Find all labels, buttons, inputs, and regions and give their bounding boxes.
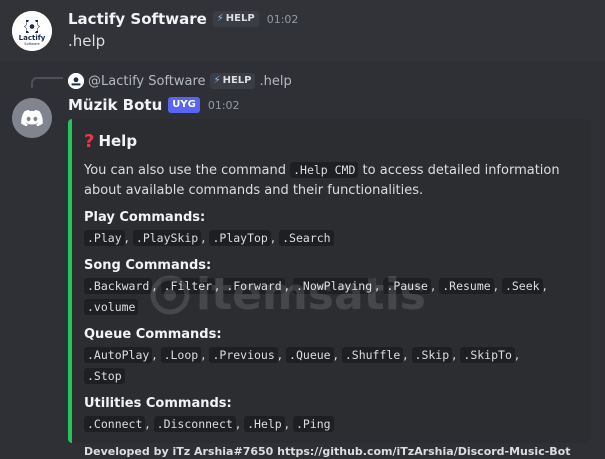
reply-avatar — [68, 73, 84, 89]
timestamp[interactable]: 01:02 — [267, 13, 299, 26]
description-text: You can also use the command — [84, 163, 291, 178]
embed-field: Queue Commands: .AutoPlay, .Loop, .Previo… — [84, 326, 573, 387]
command-code: .Filter — [160, 278, 216, 294]
embed-field: Song Commands: .Backward, .Filter, .Forwa… — [84, 257, 573, 318]
embed-footer: Developed by iTz Arshia#7650 https://git… — [84, 445, 571, 458]
badge-label: HELP — [225, 13, 255, 24]
command-code: .Queue — [286, 347, 334, 363]
field-value: .AutoPlay, .Loop, .Previous, .Queue, .Sh… — [84, 345, 554, 387]
separator: , — [145, 417, 154, 432]
bolt-icon: ⚡ — [216, 13, 224, 24]
message-content: .help — [68, 32, 106, 50]
command-code: .SkipTo — [460, 347, 515, 363]
command-code: .Connect — [84, 416, 146, 432]
command-code: .Forward — [223, 278, 285, 294]
separator: , — [430, 279, 440, 294]
command-code: .Skip — [411, 347, 453, 363]
message-header: Lactify Software ⚡ HELP 01:02 — [68, 10, 298, 28]
reply-preview[interactable]: @Lactify Software ⚡ HELP .help — [68, 73, 292, 89]
embed-field: Utilities Commands: .Connect, .Disconnect… — [84, 395, 573, 435]
reply-connector — [31, 77, 63, 88]
username[interactable]: Müzik Botu — [68, 96, 162, 114]
separator: , — [403, 348, 412, 363]
reply-mention[interactable]: @Lactify Software — [88, 74, 206, 89]
command-code: .Seek — [501, 278, 543, 294]
separator: , — [152, 279, 161, 294]
command-code: .NowPlaying — [292, 278, 376, 294]
command-code: .volume — [84, 299, 139, 315]
bolt-icon: ⚡ — [213, 75, 221, 86]
separator: , — [493, 279, 502, 294]
command-code: .Disconnect — [153, 416, 236, 432]
command-code: .Search — [279, 230, 334, 246]
separator: , — [542, 279, 547, 294]
command-code: .Help — [244, 416, 285, 432]
timestamp[interactable]: 01:02 — [208, 99, 240, 112]
message-lactify: Lactify Software Lactify Software ⚡ HELP… — [0, 0, 605, 62]
command-code: .PlaySkip — [132, 230, 202, 246]
help-badge: ⚡ HELP — [209, 73, 256, 89]
separator: , — [514, 348, 520, 363]
bot-avatar[interactable] — [12, 98, 52, 138]
command-code: .Play — [84, 230, 125, 246]
username[interactable]: Lactify Software — [68, 10, 207, 28]
reply-text: .help — [259, 73, 292, 89]
lactify-logo-icon: Lactify Software — [12, 11, 52, 51]
help-badge: ⚡ HELP — [212, 11, 259, 27]
field-value: .Backward, .Filter, .Forward, .NowPlayin… — [84, 276, 554, 318]
help-embed: ? Help You can also use the command .Hel… — [68, 119, 589, 458]
svg-text:Software: Software — [24, 42, 39, 46]
command-code: .Shuffle — [341, 347, 404, 363]
embed-description: You can also use the command .Help CMD t… — [84, 160, 574, 201]
separator: , — [284, 279, 293, 294]
embed-fields: Play Commands: .Play, .PlaySkip, .PlayTop… — [84, 209, 573, 435]
field-name: Song Commands: — [84, 258, 212, 273]
svg-text:Lactify: Lactify — [19, 34, 46, 42]
command-code: .AutoPlay — [84, 347, 153, 363]
field-name: Play Commands: — [84, 210, 206, 225]
field-name: Queue Commands: — [84, 327, 222, 342]
command-code: .Resume — [439, 278, 494, 294]
question-mark-icon: ? — [84, 130, 95, 152]
embed-title: ? Help — [84, 130, 573, 152]
separator: , — [270, 231, 280, 246]
separator: , — [124, 231, 133, 246]
discord-logo-icon — [12, 98, 52, 138]
separator: , — [152, 348, 161, 363]
command-code: .Backward — [84, 278, 153, 294]
lactify-logo-icon — [68, 73, 84, 89]
inline-code: .Help CMD — [290, 162, 359, 178]
command-code: .Stop — [84, 368, 125, 384]
app-badge: UYG — [168, 97, 200, 113]
command-code: .Ping — [292, 416, 334, 432]
embed-field: Play Commands: .Play, .PlaySkip, .PlayTop… — [84, 209, 573, 249]
separator: , — [333, 348, 342, 363]
field-value: .Connect, .Disconnect, .Help, .Ping — [84, 414, 554, 435]
field-value: .Play, .PlaySkip, .PlayTop, .Search — [84, 228, 554, 249]
command-code: .Previous — [209, 347, 278, 363]
badge-label: HELP — [222, 75, 252, 86]
command-code: .Loop — [160, 347, 202, 363]
lactify-avatar[interactable]: Lactify Software — [12, 11, 52, 51]
separator: , — [277, 348, 287, 363]
command-code: .Pause — [383, 278, 431, 294]
field-name: Utilities Commands: — [84, 396, 232, 411]
message-header: Müzik Botu UYG 01:02 — [68, 96, 240, 114]
command-code: .PlayTop — [209, 230, 271, 246]
message-muzik-botu: @Lactify Software ⚡ HELP .help Müzik Bot… — [0, 62, 605, 459]
separator: , — [235, 417, 245, 432]
embed-title-text: Help — [98, 132, 138, 150]
separator: , — [284, 417, 293, 432]
